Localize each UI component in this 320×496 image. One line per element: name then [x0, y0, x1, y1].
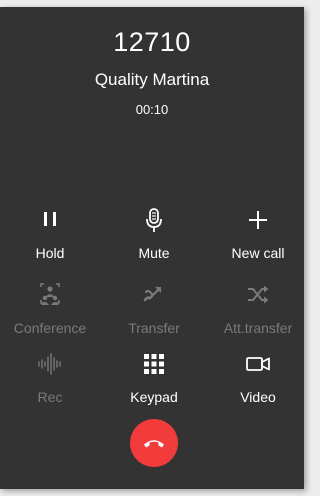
- new-call-label: New call: [231, 245, 285, 261]
- shuffle-icon: [243, 280, 273, 310]
- new-call-button[interactable]: New call: [208, 199, 308, 263]
- hold-button[interactable]: Hold: [0, 199, 100, 263]
- keypad-button[interactable]: Keypad: [104, 343, 204, 407]
- mute-button[interactable]: Mute: [104, 199, 204, 263]
- video-button[interactable]: Video: [208, 343, 308, 407]
- rec-label: Rec: [37, 389, 63, 405]
- att-transfer-label: Att.transfer: [223, 320, 293, 336]
- microphone-icon: [139, 205, 169, 235]
- pause-icon: [35, 205, 65, 235]
- waveform-icon: [35, 349, 65, 379]
- call-screen: 12710 Quality Martina 00:10 Hold Mute Ne…: [0, 7, 304, 489]
- att-transfer-button[interactable]: Att.transfer: [208, 274, 308, 338]
- transfer-button[interactable]: Transfer: [104, 274, 204, 338]
- conference-icon: [35, 280, 65, 310]
- record-button[interactable]: Rec: [0, 343, 100, 407]
- call-timer: 00:10: [135, 102, 169, 117]
- keypad-label: Keypad: [130, 389, 178, 405]
- hold-label: Hold: [35, 245, 65, 261]
- conference-button[interactable]: Conference: [0, 274, 100, 338]
- video-camera-icon: [243, 349, 273, 379]
- keypad-grid-icon: [139, 349, 169, 379]
- plus-icon: [243, 205, 273, 235]
- caller-number: 12710: [113, 27, 191, 57]
- mute-label: Mute: [138, 245, 170, 261]
- transfer-icon: [139, 280, 169, 310]
- hang-up-button[interactable]: [130, 419, 178, 467]
- caller-name: Quality Martina: [94, 70, 210, 89]
- video-label: Video: [240, 389, 276, 405]
- transfer-label: Transfer: [128, 320, 180, 336]
- conference-label: Conference: [13, 320, 87, 336]
